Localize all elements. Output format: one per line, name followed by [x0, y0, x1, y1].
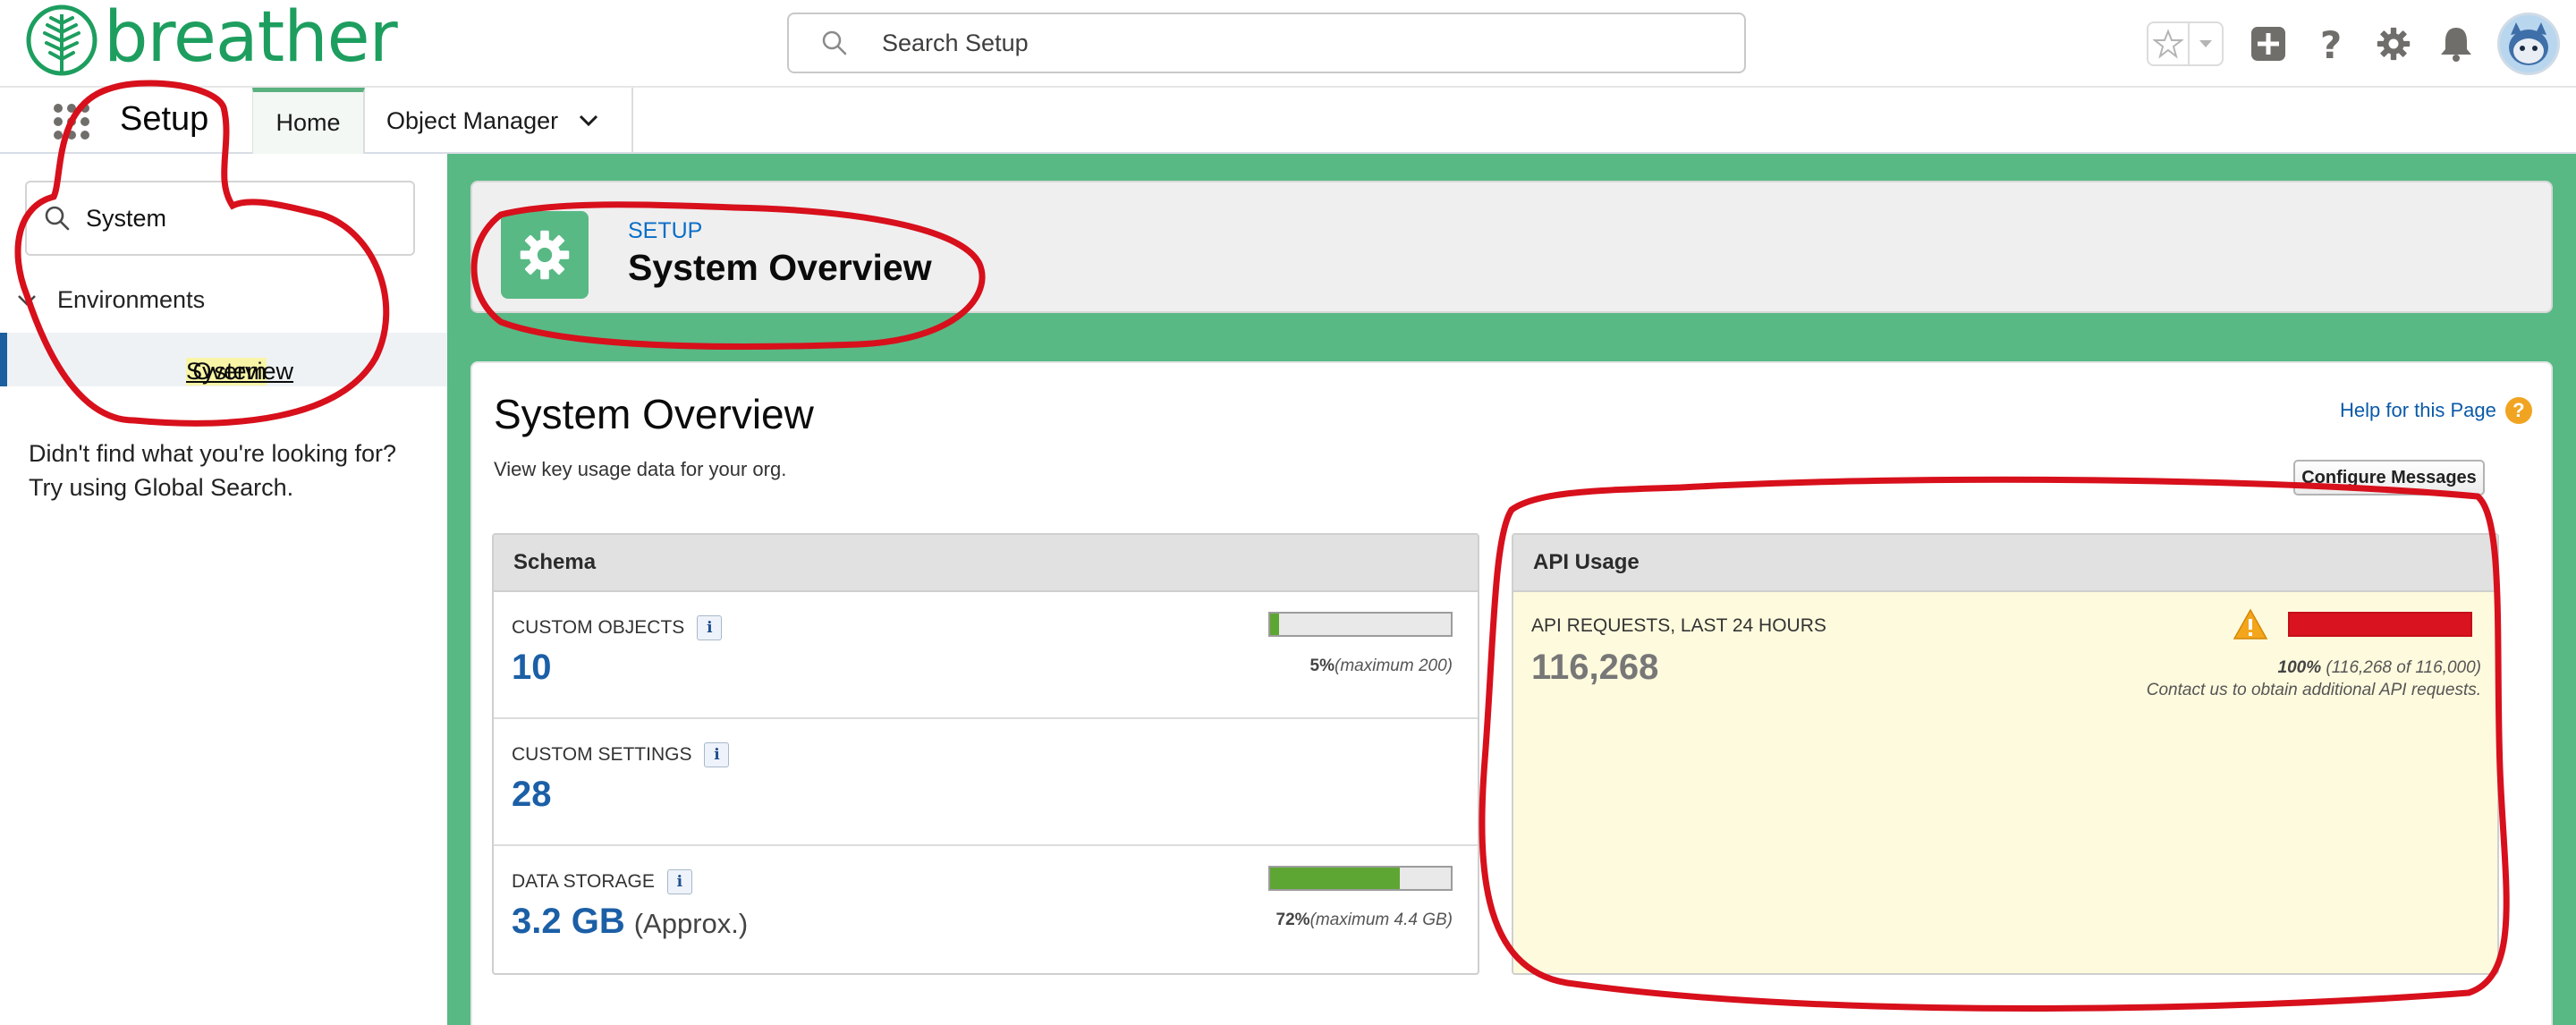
usage-bar-fill — [2290, 614, 2470, 635]
metric-label: DATA STORAGE i — [512, 869, 692, 894]
usage-percent: 5% — [1309, 657, 1335, 675]
metric-label: CUSTOM OBJECTS i — [512, 615, 723, 640]
api-usage-card-title: API Usage — [1513, 535, 2497, 592]
favorites-star-icon[interactable] — [2148, 29, 2188, 59]
search-icon — [822, 30, 847, 55]
tree-group-environments[interactable]: Environments — [16, 286, 205, 314]
usage-bar-fill — [1270, 614, 1280, 635]
breather-logo[interactable]: breather — [25, 0, 398, 78]
usage-max: (maximum 200) — [1335, 657, 1453, 675]
metric-value[interactable]: 28 — [512, 775, 552, 815]
metric-value: 116,268 — [1531, 648, 1659, 687]
help-for-page-link[interactable]: Help for this Page ? — [2340, 397, 2532, 424]
global-actions-plus-icon[interactable] — [2250, 26, 2286, 62]
main-area: SETUP System Overview System Overview Vi… — [447, 154, 2576, 1025]
metric-value[interactable]: 10 — [512, 648, 552, 688]
configure-messages-button[interactable]: Configure Messages — [2293, 460, 2485, 496]
metric-label-text: CUSTOM SETTINGS — [512, 744, 692, 765]
metric-value-number[interactable]: 3.2 GB — [512, 902, 625, 941]
metric-label-text: CUSTOM OBJECTS — [512, 617, 685, 638]
tab-object-manager-label: Object Manager — [386, 106, 559, 134]
setup-gear-badge-icon — [501, 211, 589, 299]
api-usage-card: API Usage API REQUESTS, LAST 24 HOURS 11… — [1512, 533, 2499, 975]
breather-leaf-logo-icon — [26, 4, 97, 76]
usage-contact: Contact us to obtain additional API requ… — [2146, 681, 2481, 699]
schema-row-custom-settings: CUSTOM SETTINGS i 28 — [494, 719, 1478, 846]
usage-bar — [1268, 612, 1453, 637]
usage-note: 5%(maximum 200) — [1310, 657, 1453, 676]
schema-row-data-storage: DATA STORAGE i 3.2 GB (Approx.) 72%(maxim… — [494, 846, 1478, 973]
search-placeholder: Search Setup — [882, 29, 1029, 56]
chevron-down-icon[interactable] — [578, 110, 599, 131]
usage-contact-line: Contact us to obtain additional API requ… — [2147, 679, 2481, 701]
help-link-label[interactable]: Help for this Page — [2340, 399, 2496, 422]
tab-object-manager[interactable]: Object Manager — [367, 88, 633, 154]
usage-percent: 72% — [1275, 911, 1310, 929]
breadcrumb[interactable]: SETUP — [628, 218, 702, 244]
api-usage-body: API REQUESTS, LAST 24 HOURS 116,268 100%… — [1513, 592, 2497, 973]
content-title: System Overview — [494, 391, 814, 437]
usage-detail: (116,268 of 116,000) — [2326, 658, 2481, 677]
usage-percent: 100% — [2277, 658, 2322, 677]
app-launcher-waffle-icon[interactable] — [54, 104, 89, 140]
help-question-icon[interactable]: ? — [2313, 24, 2349, 64]
app-name: Setup — [120, 100, 209, 138]
usage-bar — [1268, 866, 1453, 891]
app-nav-bar: Setup Home Object Manager — [0, 88, 2576, 154]
metric-label: CUSTOM SETTINGS i — [512, 742, 730, 767]
tree-group-label: Environments — [57, 286, 206, 313]
schema-row-custom-objects: CUSTOM OBJECTS i 10 5%(maximum 200) — [494, 592, 1478, 719]
usage-summary-line: 100% (116,268 of 116,000) — [2147, 657, 2482, 679]
setup-gear-icon[interactable] — [2376, 26, 2411, 62]
hint-line-2: Try using Global Search. — [29, 474, 294, 501]
quick-find-value: System — [86, 204, 167, 232]
info-icon[interactable]: i — [666, 869, 692, 894]
metric-label-text: DATA STORAGE — [512, 871, 655, 892]
tab-home-label: Home — [275, 109, 341, 136]
page-header: SETUP System Overview — [470, 181, 2553, 313]
metric-value[interactable]: 3.2 GB (Approx.) — [512, 902, 748, 942]
chevron-down-icon[interactable] — [16, 290, 38, 311]
system-overview-panel: System Overview View key usage data for … — [470, 361, 2553, 1025]
metric-value-suffix: (Approx.) — [633, 908, 749, 939]
usage-max: (maximum 4.4 GB) — [1309, 911, 1453, 929]
usage-note: 72%(maximum 4.4 GB) — [1276, 911, 1453, 930]
usage-bar-fill — [1270, 868, 1401, 889]
quick-find-input[interactable]: System — [25, 181, 415, 256]
metric-label: API REQUESTS, LAST 24 HOURS — [1531, 615, 1826, 636]
setup-sidebar: System Environments System Overview Didn… — [0, 154, 447, 1025]
content-description: View key usage data for your org. — [494, 458, 787, 480]
warning-icon — [2233, 608, 2268, 640]
logo-text: breather — [104, 0, 398, 78]
user-avatar[interactable] — [2497, 13, 2560, 75]
global-search-input[interactable]: Search Setup — [787, 13, 1746, 73]
svg-text:?: ? — [2320, 24, 2342, 64]
help-question-icon[interactable]: ? — [2504, 397, 2532, 424]
tree-item-system-overview[interactable]: System Overview — [0, 333, 447, 386]
info-icon[interactable]: i — [704, 742, 730, 767]
hint-line-1: Didn't find what you're looking for? — [29, 440, 397, 467]
page-title: System Overview — [628, 247, 932, 288]
global-header: breather Search Setup ? — [0, 0, 2576, 88]
schema-card: Schema CUSTOM OBJECTS i 10 5%(maximum 20… — [492, 533, 1479, 975]
schema-card-title: Schema — [494, 535, 1478, 592]
favorites-dropdown-icon[interactable] — [2188, 23, 2222, 64]
header-utility-icons: ? — [2147, 13, 2560, 75]
tree-item-label-rest: Overview — [186, 358, 294, 385]
usage-bar — [2288, 612, 2472, 637]
tab-home[interactable]: Home — [252, 88, 365, 154]
search-icon — [45, 206, 70, 231]
usage-note: 100% (116,268 of 116,000) Contact us to … — [2147, 657, 2481, 701]
favorites-button-group — [2147, 21, 2224, 66]
not-found-hint: Didn't find what you're looking for? Try… — [29, 436, 440, 504]
notifications-bell-icon[interactable] — [2438, 26, 2474, 62]
info-icon[interactable]: i — [697, 615, 723, 640]
